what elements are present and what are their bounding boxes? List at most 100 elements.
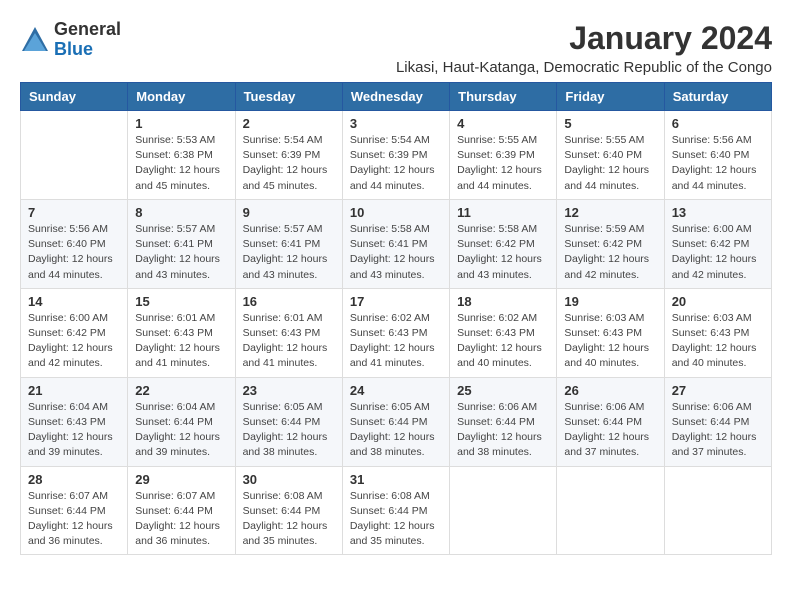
day-info: Sunrise: 5:58 AM Sunset: 6:42 PM Dayligh…	[457, 222, 549, 283]
day-number: 15	[135, 294, 227, 309]
page-header: General Blue January 2024 Likasi, Haut-K…	[20, 20, 772, 76]
weekday-header-tuesday: Tuesday	[235, 83, 342, 111]
weekday-header-row: SundayMondayTuesdayWednesdayThursdayFrid…	[21, 83, 772, 111]
calendar-cell: 10 Sunrise: 5:58 AM Sunset: 6:41 PM Dayli…	[342, 199, 449, 288]
logo-icon	[20, 25, 50, 55]
day-info: Sunrise: 6:03 AM Sunset: 6:43 PM Dayligh…	[564, 311, 656, 372]
day-number: 29	[135, 472, 227, 487]
calendar-cell: 21 Sunrise: 6:04 AM Sunset: 6:43 PM Dayli…	[21, 377, 128, 466]
calendar-cell: 9 Sunrise: 5:57 AM Sunset: 6:41 PM Daylig…	[235, 199, 342, 288]
day-info: Sunrise: 6:07 AM Sunset: 6:44 PM Dayligh…	[28, 489, 120, 550]
calendar-cell: 30 Sunrise: 6:08 AM Sunset: 6:44 PM Dayli…	[235, 466, 342, 555]
day-number: 2	[243, 116, 335, 131]
calendar-cell: 16 Sunrise: 6:01 AM Sunset: 6:43 PM Dayli…	[235, 288, 342, 377]
calendar-cell	[664, 466, 771, 555]
calendar-cell: 13 Sunrise: 6:00 AM Sunset: 6:42 PM Dayli…	[664, 199, 771, 288]
day-number: 21	[28, 383, 120, 398]
week-row-5: 28 Sunrise: 6:07 AM Sunset: 6:44 PM Dayli…	[21, 466, 772, 555]
calendar-cell: 2 Sunrise: 5:54 AM Sunset: 6:39 PM Daylig…	[235, 111, 342, 200]
day-info: Sunrise: 6:04 AM Sunset: 6:43 PM Dayligh…	[28, 400, 120, 461]
weekday-header-wednesday: Wednesday	[342, 83, 449, 111]
calendar-cell: 20 Sunrise: 6:03 AM Sunset: 6:43 PM Dayli…	[664, 288, 771, 377]
calendar-cell: 26 Sunrise: 6:06 AM Sunset: 6:44 PM Dayli…	[557, 377, 664, 466]
day-number: 14	[28, 294, 120, 309]
day-info: Sunrise: 6:06 AM Sunset: 6:44 PM Dayligh…	[457, 400, 549, 461]
day-number: 30	[243, 472, 335, 487]
calendar-table: SundayMondayTuesdayWednesdayThursdayFrid…	[20, 82, 772, 555]
day-number: 6	[672, 116, 764, 131]
calendar-cell: 31Sunrise: 6:08 AM Sunset: 6:44 PM Dayli…	[342, 466, 449, 555]
week-row-4: 21 Sunrise: 6:04 AM Sunset: 6:43 PM Dayli…	[21, 377, 772, 466]
day-number: 9	[243, 205, 335, 220]
day-number: 20	[672, 294, 764, 309]
day-info: Sunrise: 6:08 AM Sunset: 6:44 PM Dayligh…	[243, 489, 335, 550]
day-number: 10	[350, 205, 442, 220]
weekday-header-friday: Friday	[557, 83, 664, 111]
calendar-cell: 3 Sunrise: 5:54 AM Sunset: 6:39 PM Daylig…	[342, 111, 449, 200]
day-info: Sunrise: 6:00 AM Sunset: 6:42 PM Dayligh…	[28, 311, 120, 372]
day-number: 16	[243, 294, 335, 309]
day-number: 3	[350, 116, 442, 131]
day-info: Sunrise: 6:02 AM Sunset: 6:43 PM Dayligh…	[457, 311, 549, 372]
calendar-cell: 5Sunrise: 5:55 AM Sunset: 6:40 PM Daylig…	[557, 111, 664, 200]
day-number: 19	[564, 294, 656, 309]
day-number: 8	[135, 205, 227, 220]
day-info: Sunrise: 5:57 AM Sunset: 6:41 PM Dayligh…	[243, 222, 335, 283]
day-number: 24	[350, 383, 442, 398]
day-number: 22	[135, 383, 227, 398]
calendar-cell	[21, 111, 128, 200]
weekday-header-monday: Monday	[128, 83, 235, 111]
day-number: 11	[457, 205, 549, 220]
day-number: 26	[564, 383, 656, 398]
calendar-cell: 27 Sunrise: 6:06 AM Sunset: 6:44 PM Dayli…	[664, 377, 771, 466]
day-info: Sunrise: 5:54 AM Sunset: 6:39 PM Dayligh…	[243, 133, 335, 194]
day-info: Sunrise: 5:59 AM Sunset: 6:42 PM Dayligh…	[564, 222, 656, 283]
calendar-cell: 25Sunrise: 6:06 AM Sunset: 6:44 PM Dayli…	[450, 377, 557, 466]
day-number: 12	[564, 205, 656, 220]
week-row-1: 1 Sunrise: 5:53 AM Sunset: 6:38 PM Daylig…	[21, 111, 772, 200]
day-info: Sunrise: 6:05 AM Sunset: 6:44 PM Dayligh…	[350, 400, 442, 461]
day-number: 4	[457, 116, 549, 131]
day-info: Sunrise: 5:55 AM Sunset: 6:39 PM Dayligh…	[457, 133, 549, 194]
calendar-cell	[450, 466, 557, 555]
calendar-cell: 28 Sunrise: 6:07 AM Sunset: 6:44 PM Dayli…	[21, 466, 128, 555]
day-info: Sunrise: 6:01 AM Sunset: 6:43 PM Dayligh…	[243, 311, 335, 372]
day-info: Sunrise: 6:00 AM Sunset: 6:42 PM Dayligh…	[672, 222, 764, 283]
logo: General Blue	[20, 20, 121, 60]
day-number: 23	[243, 383, 335, 398]
weekday-header-thursday: Thursday	[450, 83, 557, 111]
day-info: Sunrise: 6:02 AM Sunset: 6:43 PM Dayligh…	[350, 311, 442, 372]
day-info: Sunrise: 5:57 AM Sunset: 6:41 PM Dayligh…	[135, 222, 227, 283]
weekday-header-sunday: Sunday	[21, 83, 128, 111]
week-row-2: 7Sunrise: 5:56 AM Sunset: 6:40 PM Daylig…	[21, 199, 772, 288]
day-info: Sunrise: 6:01 AM Sunset: 6:43 PM Dayligh…	[135, 311, 227, 372]
day-info: Sunrise: 5:56 AM Sunset: 6:40 PM Dayligh…	[28, 222, 120, 283]
day-number: 28	[28, 472, 120, 487]
day-info: Sunrise: 6:04 AM Sunset: 6:44 PM Dayligh…	[135, 400, 227, 461]
weekday-header-saturday: Saturday	[664, 83, 771, 111]
day-info: Sunrise: 5:55 AM Sunset: 6:40 PM Dayligh…	[564, 133, 656, 194]
day-number: 27	[672, 383, 764, 398]
day-number: 13	[672, 205, 764, 220]
calendar-cell: 1 Sunrise: 5:53 AM Sunset: 6:38 PM Daylig…	[128, 111, 235, 200]
day-info: Sunrise: 6:05 AM Sunset: 6:44 PM Dayligh…	[243, 400, 335, 461]
day-number: 1	[135, 116, 227, 131]
day-info: Sunrise: 5:54 AM Sunset: 6:39 PM Dayligh…	[350, 133, 442, 194]
calendar-cell: 17Sunrise: 6:02 AM Sunset: 6:43 PM Dayli…	[342, 288, 449, 377]
day-info: Sunrise: 5:58 AM Sunset: 6:41 PM Dayligh…	[350, 222, 442, 283]
calendar-cell: 14 Sunrise: 6:00 AM Sunset: 6:42 PM Dayli…	[21, 288, 128, 377]
calendar-cell: 18Sunrise: 6:02 AM Sunset: 6:43 PM Dayli…	[450, 288, 557, 377]
day-info: Sunrise: 6:06 AM Sunset: 6:44 PM Dayligh…	[672, 400, 764, 461]
location-title: Likasi, Haut-Katanga, Democratic Republi…	[396, 59, 772, 76]
day-info: Sunrise: 5:53 AM Sunset: 6:38 PM Dayligh…	[135, 133, 227, 194]
title-area: January 2024 Likasi, Haut-Katanga, Democ…	[396, 20, 772, 76]
day-number: 31	[350, 472, 442, 487]
calendar-cell: 8 Sunrise: 5:57 AM Sunset: 6:41 PM Daylig…	[128, 199, 235, 288]
day-info: Sunrise: 6:07 AM Sunset: 6:44 PM Dayligh…	[135, 489, 227, 550]
calendar-cell: 29 Sunrise: 6:07 AM Sunset: 6:44 PM Dayli…	[128, 466, 235, 555]
week-row-3: 14 Sunrise: 6:00 AM Sunset: 6:42 PM Dayli…	[21, 288, 772, 377]
calendar-cell: 19 Sunrise: 6:03 AM Sunset: 6:43 PM Dayli…	[557, 288, 664, 377]
calendar-cell: 7Sunrise: 5:56 AM Sunset: 6:40 PM Daylig…	[21, 199, 128, 288]
day-info: Sunrise: 6:03 AM Sunset: 6:43 PM Dayligh…	[672, 311, 764, 372]
day-info: Sunrise: 6:06 AM Sunset: 6:44 PM Dayligh…	[564, 400, 656, 461]
